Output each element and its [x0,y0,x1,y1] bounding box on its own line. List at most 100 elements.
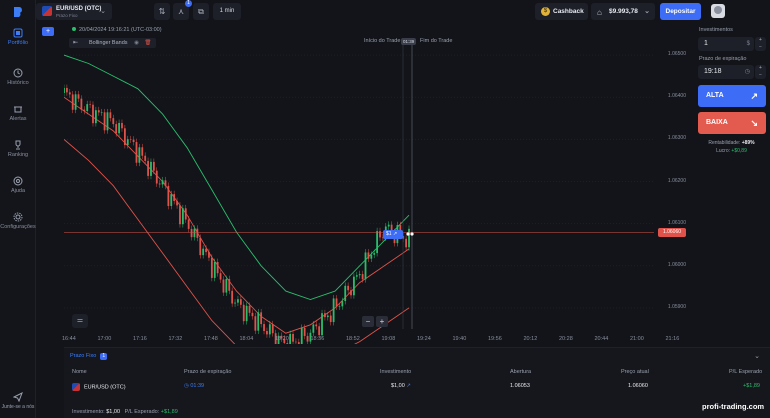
trash-icon[interactable]: 🗑 [144,40,151,46]
trophy-icon [15,140,21,150]
x-tick-label: 17:48 [204,336,218,342]
candle-body [138,147,141,163]
settings-icon [13,212,23,222]
sidebar-item-ranking[interactable]: Ranking [0,140,36,158]
sidebar-item-label: Configurações [0,224,36,230]
expiry-label: Prazo de expiração [699,56,747,62]
entry-dot [406,232,410,236]
visibility-icon[interactable]: ◉ [134,40,139,46]
candle-body [126,139,129,146]
sidebar-item-help[interactable]: Ajuda [0,176,36,194]
avatar[interactable] [711,4,725,18]
y-tick-label: 1.06100 [667,219,686,226]
live-dot-icon [72,27,76,31]
candle-body [350,290,352,296]
candle-body [326,315,329,318]
expiry-value: 19:18 [704,68,722,75]
put-button[interactable]: BAIXA ↘ [698,112,766,134]
col-current: Preço atual [621,369,649,375]
profit: Lucro: +$0,89 [693,148,770,154]
profit-value: +$0,89 [731,148,747,154]
coin-icon: $ [541,7,550,16]
candle-body [329,315,332,323]
put-label: BAIXA [706,119,728,126]
candle-body [199,237,202,256]
brand-logo-icon[interactable] [12,6,24,18]
candle-body [324,313,326,318]
eur-usd-flag-icon [72,383,80,391]
col-pl: P/L Esperado [729,369,763,375]
x-tick-label: 20:28 [559,336,573,342]
candle-body [216,261,219,274]
drawing-tools-button[interactable]: ⧉ [193,3,209,20]
x-tick-label: 17:32 [168,336,183,342]
candle-body [358,274,361,276]
profitability: Rentabilidade: +89% [693,140,770,146]
candle-body [237,299,239,303]
trade-time-pill: 01:39 [401,38,417,45]
investment-label: Investimentos [699,27,733,33]
chevron-down-icon[interactable]: ⌄ [754,352,760,360]
candle-body [231,290,234,304]
x-tick-label: 21:16 [665,336,680,342]
balance-selector[interactable]: ⌂ $9.993,78 ⌄ [591,3,655,20]
candle-body [135,142,138,163]
zoom-out-button[interactable]: − [362,316,374,327]
indicators-icon: ⋏ [178,7,184,16]
candle-body [205,248,207,253]
cashback-button[interactable]: $ Cashback [535,3,588,20]
candle-body [150,161,152,176]
sidebar-item-settings[interactable]: Configurações [0,212,36,230]
trade-entry-marker[interactable]: $1 ↗ [383,230,403,239]
indicators-button[interactable]: ⋏ 1 [173,0,192,20]
candle-body [141,147,144,156]
investment-stepper[interactable]: + − [755,37,766,51]
candle-body [71,94,74,110]
investment-input[interactable]: 1 $ [698,37,754,51]
candle-body [353,276,355,296]
call-button[interactable]: ALTA ↗ [698,85,766,107]
join-us-link[interactable]: Junte-se a nós [0,392,36,410]
candle-body [64,87,65,93]
zoom-in-button[interactable]: + [376,316,388,327]
timeframe-button[interactable]: 1 min [213,3,241,20]
price-chart[interactable]: 20/04/2024 19:16:21 (UTC-03:00) ⇤ Bollin… [62,24,688,344]
positions-tab[interactable]: Prazo Fixo 1 [70,353,108,360]
chart-type-button[interactable]: ⇅ [154,3,170,20]
position-name-text: EUR/USD (OTC) [84,384,126,391]
profit-label: Lucro: [716,148,731,154]
sidebar-item-alerts[interactable]: Alertas [0,104,36,122]
candle-body [228,279,231,291]
candle-body [364,252,367,280]
candle-body [170,194,173,206]
candle-body [251,312,254,317]
candle-body [257,312,260,331]
entry-amount: $1 [386,231,392,237]
add-portfolio-button[interactable]: + [42,27,54,36]
footer-investment-value: $1,00 [106,409,121,415]
expiry-stepper[interactable]: + − [755,65,766,79]
asset-selector[interactable]: EUR/USD (OTC) Prazo Fixo ⌄ [36,3,112,20]
x-tick-label: 20:44 [594,336,609,342]
drawing-icon: ⧉ [198,7,204,16]
candle-body [318,326,321,336]
x-tick-label: 21:00 [630,336,644,342]
sidebar-item-label: Portfólio [7,40,29,46]
candle-body [312,324,315,333]
profitability-value: +89% [741,140,755,146]
chart-canvas[interactable] [64,24,688,344]
balance-value: $9.993,78 [609,8,638,15]
expiry-input[interactable]: 19:18 ◷ [698,65,754,79]
x-tick-label: 19:56 [488,336,502,342]
chart-settings-button[interactable]: ⚌ [72,314,88,328]
sidebar-item-history[interactable]: Histórico [0,68,36,86]
candle-body [167,185,170,206]
sidebar-item-portfolio[interactable]: Portfólio [0,28,36,46]
indicator-tag[interactable]: ⇤ Bollinger Bands ◉ 🗑 [69,38,157,48]
candle-body [103,112,106,131]
candle-body [68,92,71,95]
deposit-button[interactable]: Depositar [660,3,701,20]
collapse-icon[interactable]: ⇤ [73,38,78,48]
cashback-label: Cashback [553,8,584,15]
candle-body [239,299,242,305]
